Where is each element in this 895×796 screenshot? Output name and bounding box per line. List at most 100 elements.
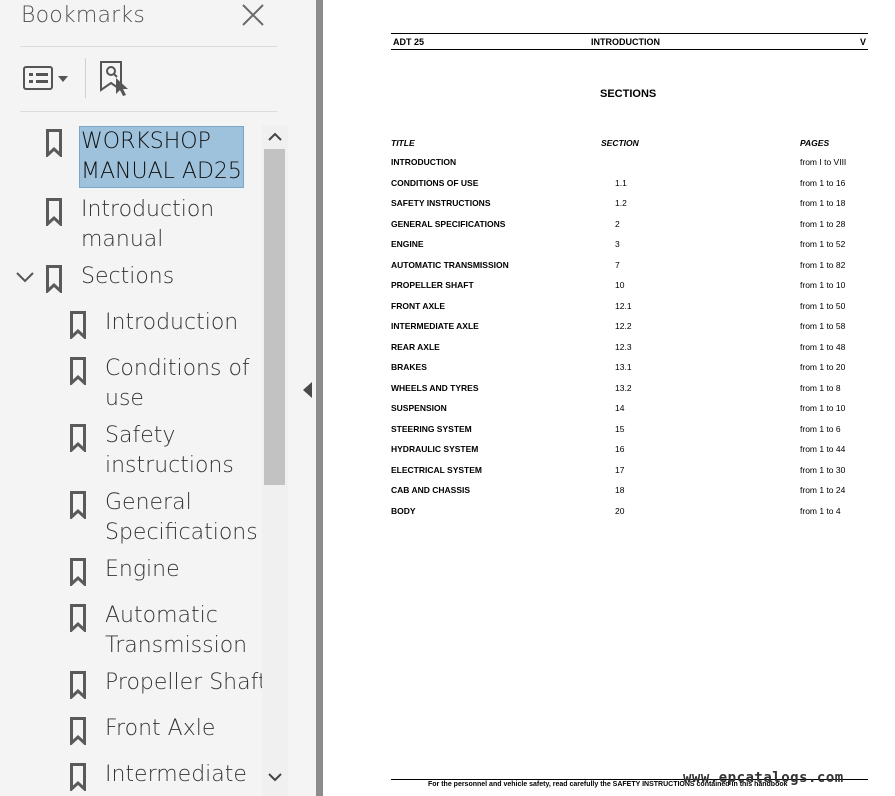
chevron-down-icon <box>16 272 34 283</box>
cell-section: 12.3 <box>615 341 632 352</box>
bookmark-introduction[interactable]: Introduction <box>70 307 262 341</box>
cell-section: 18 <box>615 485 625 495</box>
collapse-panel-button[interactable] <box>300 376 314 404</box>
table-row: CAB AND CHASSIS 18 from 1 to 24 <box>391 485 868 499</box>
cell-pages: from 1 to 8 <box>800 382 841 393</box>
cell-title: INTERMEDIATE AXLE <box>391 321 479 331</box>
cell-section: 12.2 <box>615 321 632 331</box>
cell-section: 15 <box>615 423 625 434</box>
header-model: ADT 25 <box>393 37 425 47</box>
bookmark-label: Safety instructions <box>105 423 234 478</box>
page-header: ADT 25 INTRODUCTION V <box>391 33 868 50</box>
cell-pages: from 1 to 58 <box>800 321 846 331</box>
cell-title: CONDITIONS OF USE <box>391 177 479 188</box>
cell-section: 17 <box>615 464 625 475</box>
bookmark-workshop-manual[interactable]: WORKSHOP MANUAL AD25 <box>46 125 262 189</box>
scroll-thumb[interactable] <box>264 149 285 485</box>
bookmark-icon <box>70 717 86 745</box>
table-row: REAR AXLE 12.3 from 1 to 48 <box>391 342 868 356</box>
bookmark-label: Introduction manual <box>81 197 215 252</box>
bookmark-icon <box>70 491 86 519</box>
panel-splitter[interactable] <box>296 0 323 796</box>
table-row: BODY 20 from 1 to 4 <box>391 506 868 520</box>
column-header-section: SECTION <box>601 138 639 148</box>
close-icon <box>242 4 264 26</box>
options-menu-button[interactable] <box>22 64 70 94</box>
cell-title: PROPELLER SHAFT <box>391 280 474 290</box>
bookmark-conditions-of-use[interactable]: Conditions of use <box>70 353 262 415</box>
close-panel-button[interactable] <box>238 2 268 30</box>
cell-pages: from 1 to 20 <box>800 362 846 372</box>
bookmark-safety-instructions[interactable]: Safety instructions <box>70 420 262 482</box>
cell-pages: from 1 to 48 <box>800 341 846 352</box>
bookmark-label: Introduction <box>105 310 239 335</box>
find-bookmark-icon <box>100 61 128 96</box>
bookmark-engine[interactable]: Engine <box>70 554 262 588</box>
scroll-down-button[interactable] <box>262 765 288 789</box>
cell-title: HYDRAULIC SYSTEM <box>391 444 479 454</box>
bookmark-front-axle[interactable]: Front Axle <box>70 713 262 747</box>
cell-pages: from 1 to 30 <box>800 464 846 475</box>
list-options-icon <box>23 66 68 90</box>
bookmark-general-specifications[interactable]: General Specifications <box>70 487 262 549</box>
bookmark-label: Front Axle <box>105 716 216 741</box>
expand-collapse-toggle[interactable] <box>14 266 36 288</box>
cell-title: SUSPENSION <box>391 403 447 413</box>
table-row: CONDITIONS OF USE 1.1 from 1 to 16 <box>391 178 868 192</box>
cell-pages: from 1 to 50 <box>800 300 846 311</box>
cell-section: 13.2 <box>615 382 632 393</box>
bookmark-label: WORKSHOP MANUAL AD25 <box>79 126 244 188</box>
cell-pages: from 1 to 10 <box>800 403 846 413</box>
splitter-bar <box>316 0 323 796</box>
bookmark-icon <box>70 763 86 791</box>
cell-pages: from I to VIII <box>800 157 847 167</box>
watermark: www.epcatalogs.com <box>683 770 844 786</box>
bookmark-label: Sections <box>81 264 175 289</box>
header-chapter: INTRODUCTION <box>591 37 660 47</box>
cell-section: 12.1 <box>615 300 632 311</box>
column-header-title: TITLE <box>391 138 415 148</box>
cell-title: ENGINE <box>391 239 424 249</box>
cell-title: BRAKES <box>391 362 427 372</box>
sections-heading: SECTIONS <box>600 88 657 100</box>
cell-pages: from 1 to 18 <box>800 198 846 208</box>
cell-pages: from 1 to 10 <box>800 280 846 290</box>
bookmark-label: General Specifications <box>105 490 258 545</box>
column-header-pages: PAGES <box>800 138 830 148</box>
bookmark-icon <box>70 311 86 339</box>
bookmark-label: Propeller Shaft <box>105 670 262 695</box>
cell-pages: from 1 to 24 <box>800 485 846 495</box>
cell-title: CAB AND CHASSIS <box>391 485 471 495</box>
panel-title: Bookmarks <box>21 3 146 28</box>
cell-title: REAR AXLE <box>391 341 440 352</box>
cell-pages: from 1 to 44 <box>800 444 846 454</box>
bookmarks-scrollbar[interactable] <box>262 125 288 796</box>
bookmark-sections[interactable]: Sections <box>46 261 262 295</box>
toolbar-separator <box>85 58 86 98</box>
cell-title: AUTOMATIC TRANSMISSION <box>391 259 509 270</box>
bookmark-intermediate[interactable]: Intermediate <box>70 759 262 793</box>
document-page: ADT 25 INTRODUCTION V SECTIONS TITLE SEC… <box>323 0 895 796</box>
bookmark-automatic-transmission[interactable]: Automatic Transmission <box>70 600 262 662</box>
cell-title: GENERAL SPECIFICATIONS <box>391 218 506 229</box>
cell-section: 14 <box>615 403 625 413</box>
cell-pages: from 1 to 6 <box>800 423 841 434</box>
bookmark-icon <box>46 129 62 157</box>
scroll-up-button[interactable] <box>262 125 288 149</box>
cell-section: 7 <box>615 259 620 270</box>
cell-title: FRONT AXLE <box>391 300 445 311</box>
bookmark-icon <box>70 558 86 586</box>
table-row: WHEELS AND TYRES 13.2 from 1 to 8 <box>391 383 868 397</box>
find-current-bookmark-button[interactable] <box>98 60 134 98</box>
table-row: BRAKES 13.1 from 1 to 20 <box>391 362 868 376</box>
cell-section: 13.1 <box>615 362 632 372</box>
table-row: INTERMEDIATE AXLE 12.2 from 1 to 58 <box>391 321 868 335</box>
cell-section: 16 <box>615 444 625 454</box>
bookmark-propeller-shaft[interactable]: Propeller Shaft <box>70 667 262 701</box>
bookmark-introduction-manual[interactable]: Introduction manual <box>46 194 262 256</box>
table-row: SUSPENSION 14 from 1 to 10 <box>391 403 868 417</box>
bookmark-icon <box>70 604 86 632</box>
table-row: ELECTRICAL SYSTEM 17 from 1 to 30 <box>391 465 868 479</box>
bookmark-icon <box>46 198 62 226</box>
bookmark-tree: WORKSHOP MANUAL AD25 Introduction manual… <box>0 113 262 796</box>
